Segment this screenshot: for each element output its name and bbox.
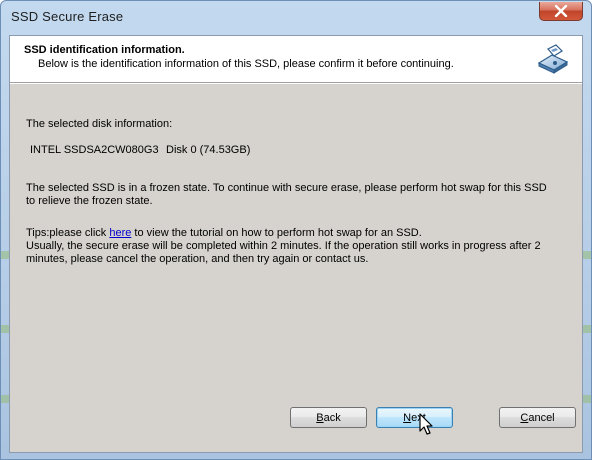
duration-line-2: minutes, please cancel the operation, an… — [26, 253, 369, 265]
tips-line: Tips:please click here to view the tutor… — [26, 226, 422, 240]
wizard-body: The selected disk information: INTEL SSD… — [10, 85, 582, 403]
selected-disk-label: The selected disk information: — [26, 118, 173, 130]
cancel-button-mnemonic: C — [520, 411, 529, 424]
page-title: SSD identification information. — [24, 44, 185, 56]
next-button[interactable]: Next — [376, 407, 453, 428]
frame-right-edge — [583, 35, 591, 451]
back-button[interactable]: Back — [290, 407, 367, 428]
page-subtitle: Below is the identification information … — [38, 58, 454, 70]
dialog-client-area: SSD identification information. Below is… — [9, 35, 583, 453]
tips-suffix: to view the tutorial on how to perform h… — [131, 227, 422, 239]
close-icon — [554, 5, 568, 17]
window-title: SSD Secure Erase — [11, 9, 124, 24]
dialog-window: SSD Secure Erase SSD identification info… — [0, 0, 592, 460]
disk-model: INTEL SSDSA2CW080G3 — [30, 144, 159, 156]
cancel-button[interactable]: Cancel — [499, 407, 576, 428]
frozen-state-line-2: to relieve the frozen state. — [26, 195, 153, 207]
cancel-button-label: ancel — [528, 411, 555, 424]
ssd-disk-icon — [537, 44, 569, 74]
frozen-state-line-1: The selected SSD is in a frozen state. T… — [26, 182, 547, 194]
next-button-mnemonic: N — [403, 411, 412, 424]
wizard-header: SSD identification information. Below is… — [10, 36, 582, 84]
next-button-label: ext — [411, 411, 426, 424]
duration-line-1: Usually, the secure erase will be comple… — [26, 240, 541, 252]
title-bar[interactable]: SSD Secure Erase — [1, 1, 591, 35]
disk-id: Disk 0 (74.53GB) — [166, 144, 251, 156]
back-button-mnemonic: B — [316, 411, 324, 424]
back-button-label: ack — [323, 411, 341, 424]
tips-prefix: Tips:please click — [26, 227, 110, 239]
close-button[interactable] — [539, 2, 583, 21]
tutorial-link[interactable]: here — [109, 227, 131, 239]
frame-left-edge — [1, 35, 9, 451]
